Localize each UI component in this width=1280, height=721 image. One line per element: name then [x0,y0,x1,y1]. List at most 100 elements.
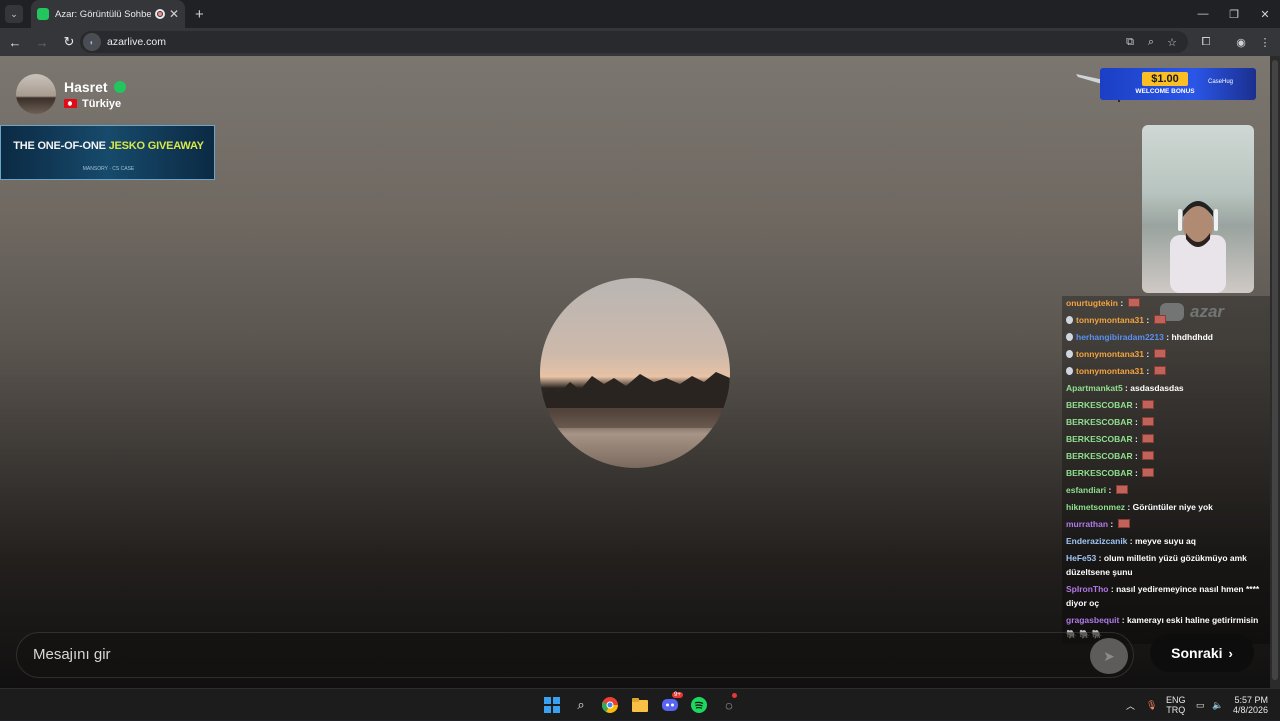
scrollbar-thumb[interactable] [1272,60,1278,680]
chat-username[interactable]: esfandiari [1066,485,1106,495]
search-icon[interactable]: ⌕ [572,696,590,714]
chat-username[interactable]: BERKESCOBAR [1066,434,1133,444]
chat-separator: : [1106,485,1114,495]
tab-close-icon[interactable]: ✕ [169,7,179,21]
tab-search-button[interactable]: ⌄ [5,5,23,23]
chat-username[interactable]: herhangibiradam2213 [1076,332,1164,342]
chat-separator: : [1132,468,1141,478]
send-button[interactable]: ➤ [1090,638,1128,674]
emote-icon [1117,519,1130,528]
emote-icon [1142,400,1155,409]
azar-favicon-icon [37,8,49,20]
address-bar[interactable]: ◐ azarlive.com [80,31,1188,53]
emote-icon [1153,315,1166,324]
chat-username[interactable]: tonnymontana31 [1076,366,1144,376]
chat-username[interactable]: gragasbequit [1066,615,1119,625]
chat-username[interactable]: BERKESCOBAR [1066,400,1133,410]
next-button[interactable]: Sonraki › [1150,634,1254,672]
chat-username[interactable]: HeFe53 [1066,553,1096,563]
chrome-icon[interactable] [601,696,619,714]
chat-separator: : [1132,417,1141,427]
minimize-button[interactable]: — [1186,0,1220,28]
show-hidden-icons[interactable]: ︿ [1126,689,1135,721]
discord-icon[interactable]: 9+ [661,692,683,714]
emote-icon [1142,434,1155,443]
giveaway-banner-ad[interactable]: THE ONE-OF-ONE JESKO GIVEAWAY MANSORY · … [0,125,215,180]
chat-username[interactable]: SpIronTho [1066,584,1109,594]
extensions-icon[interactable]: ⧠ [1197,33,1215,51]
chat-separator: : [1108,519,1116,529]
chat-username[interactable]: tonnymontana31 [1076,315,1144,325]
chat-text: meyve suyu aq [1134,536,1196,546]
chat-username[interactable]: tonnymontana31 [1076,349,1144,359]
chat-message: hikmetsonmez : Görüntüler niye yok [1066,500,1270,514]
emote-icon [1142,468,1155,477]
chat-username[interactable]: hikmetsonmez [1066,502,1125,512]
chat-message: BERKESCOBAR : [1066,398,1270,412]
spotify-icon[interactable] [690,696,708,714]
emote-icon [1153,366,1166,375]
chat-message: herhangibiradam2213 : hhdhdhdd [1066,330,1270,344]
browser-menu-icon[interactable]: ⋮ [1256,33,1274,51]
chat-message: BERKESCOBAR : [1066,449,1270,463]
recording-indicator-icon [154,9,165,19]
chat-message: BERKESCOBAR : [1066,415,1270,429]
emote-icon [1142,451,1155,460]
chat-username[interactable]: onurtugtekin [1066,298,1118,308]
ad-brand: CaseHug [1208,79,1234,85]
chat-message: SpIronTho : nasıl yediremeyince nasıl hm… [1066,582,1270,610]
chat-separator: : [1132,400,1141,410]
chat-message: HeFe53 : olum milletin yüzü gözükmüyo am… [1066,551,1270,579]
new-tab-button[interactable]: + [195,6,204,23]
video-chat-page: Hasret Türkiye THE ONE-OF-ONE JESKO GIVE… [0,56,1270,688]
clock-time: 5:57 PM [1234,695,1268,705]
bookmark-star-icon[interactable]: ☆ [1163,33,1181,51]
back-button[interactable]: ← [3,30,27,54]
self-camera-preview [1142,125,1254,293]
zoom-icon[interactable]: ⌕ [1142,33,1160,51]
partner-profile[interactable]: Hasret Türkiye [16,74,126,114]
tab-title: Azar: Görüntülü Sohbet & V [55,8,151,20]
ad-title-part-1: THE ONE-OF-ONE [13,140,106,152]
language-indicator[interactable]: ENG TRQ [1166,689,1186,721]
page-scrollbar[interactable] [1270,56,1280,688]
chat-message: tonnymontana31 : [1066,313,1270,327]
clock-date: 4/8/2026 [1232,705,1268,715]
forward-button[interactable]: → [30,30,54,54]
app-icon[interactable]: ◌ [720,693,738,714]
restore-button[interactable]: ❐ [1217,0,1251,28]
chat-username[interactable]: BERKESCOBAR [1066,417,1133,427]
chat-username[interactable]: murrathan [1066,519,1108,529]
volume-icon[interactable]: 🔈 [1212,689,1223,721]
reload-button[interactable]: ↻ [57,30,81,54]
partner-video-placeholder [540,278,730,468]
site-info-icon[interactable]: ◐ [83,33,101,51]
message-input[interactable]: Mesajını gir [16,632,1134,678]
chat-message: onurtugtekin : [1066,296,1270,310]
ad-title-part-2: JESKO GIVEAWAY [108,140,204,152]
welcome-bonus-ad[interactable]: $1.00 WELCOME BONUS CaseHug [1100,68,1256,100]
chat-username[interactable]: Enderazizcanik [1066,536,1127,546]
profile-avatar-icon[interactable]: ◉ [1232,33,1250,51]
chat-username[interactable]: Apartmankat5 [1066,383,1123,393]
browser-toolbar: ← → ↻ ◐ azarlive.com ⧉ ⌕ ☆ ⧠ ◉ ⋮ [0,28,1280,56]
chat-separator: : [1127,536,1135,546]
chat-username[interactable]: BERKESCOBAR [1066,451,1133,461]
clock[interactable]: 5:57 PM 4/8/2026 [1232,689,1268,721]
chat-username[interactable]: BERKESCOBAR [1066,468,1133,478]
next-button-label: Sonraki [1171,645,1223,661]
cast-icon[interactable]: ⧉ [1121,33,1139,51]
microphone-icon[interactable]: 🎙 [1146,689,1157,721]
send-icon: ➤ [1103,647,1115,664]
network-icon[interactable]: ▭ [1196,689,1205,721]
file-explorer-icon[interactable] [631,696,649,714]
self-camera-person [1170,201,1226,293]
chat-separator: : [1144,366,1152,376]
ad-subtitle: MANSORY · CS CASE [82,166,135,172]
close-window-button[interactable]: ✕ [1248,0,1280,28]
windows-start-icon[interactable] [543,696,561,714]
active-tab[interactable]: Azar: Görüntülü Sohbet & V ✕ [31,0,185,28]
chat-separator: : [1096,553,1104,563]
language-top: ENG [1166,695,1186,705]
partner-name: Hasret [64,78,108,95]
